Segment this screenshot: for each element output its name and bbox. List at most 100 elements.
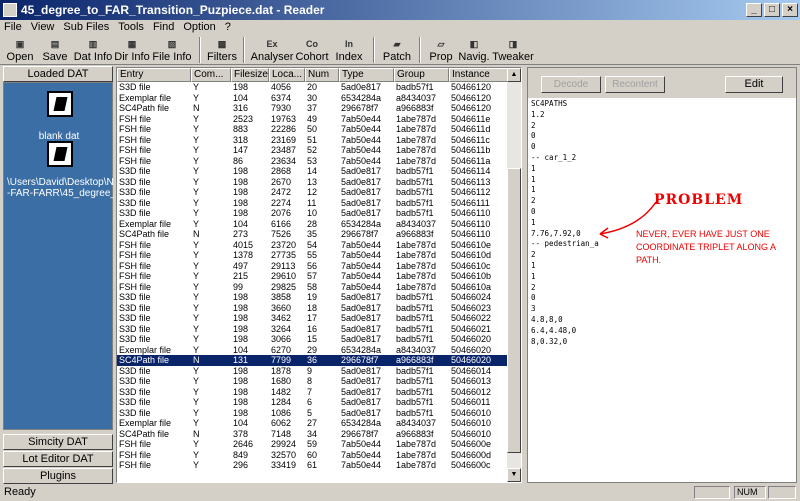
table-row[interactable]: FSH file Y 883 22286 50 7ab50e44 1abe787d 50466… xyxy=(117,124,509,135)
edit-button[interactable]: Edit xyxy=(725,76,783,93)
menu-sub-files[interactable]: Sub Files xyxy=(63,21,109,33)
title-bar[interactable]: 45_degree_to_FAR_Transition_Puzpiece.dat… xyxy=(0,0,800,20)
open-button[interactable]: ▣ Open xyxy=(3,35,37,63)
column-compressed[interactable]: Com... xyxy=(191,68,231,82)
table-row[interactable]: S3D file Y 198 3858 19 5ad0e817 badb57f1 504660… xyxy=(117,292,509,303)
table-row[interactable]: S3D file Y 198 3462 17 5ad0e817 badb57f1 504660… xyxy=(117,313,509,324)
table-row[interactable]: FSH file Y 147 23487 52 7ab50e44 1abe787d 50466… xyxy=(117,145,509,156)
table-row[interactable]: FSH file Y 2646 29924 59 7ab50e44 1abe787d 5046… xyxy=(117,439,509,450)
tweaker-button[interactable]: ◨ Tweaker xyxy=(492,35,534,63)
table-row[interactable]: FSH file Y 99 29825 58 7ab50e44 1abe787d 504661… xyxy=(117,282,509,293)
prop-button[interactable]: ▱ Prop xyxy=(427,35,455,63)
column-filesize[interactable]: Filesize xyxy=(231,68,269,82)
list-scrollbar[interactable]: ▲ ▼ xyxy=(507,68,521,482)
patch-button[interactable]: ▰ Patch xyxy=(381,35,413,63)
cell-location: 7526 xyxy=(271,229,292,239)
loaded-dat-header[interactable]: Loaded DAT xyxy=(3,66,113,82)
column-num[interactable]: Num xyxy=(305,68,339,82)
table-row[interactable]: FSH file Y 1378 27735 55 7ab50e44 1abe787d 5046… xyxy=(117,250,509,261)
dat-info-button[interactable]: ▥ Dat Info xyxy=(73,35,113,63)
minimize-button[interactable]: _ xyxy=(746,3,762,17)
table-row[interactable]: S3D file Y 198 1482 7 5ad0e817 badb57f1 5046601… xyxy=(117,387,509,398)
table-row[interactable]: S3D file Y 198 1878 9 5ad0e817 badb57f1 5046601… xyxy=(117,366,509,377)
table-row[interactable]: Exemplar file Y 104 6062 27 6534284a a8434037 5… xyxy=(117,418,509,429)
dat-file-icon[interactable] xyxy=(47,91,73,117)
cell-entry: Exemplar file xyxy=(119,344,172,355)
save-button[interactable]: ▤ Save xyxy=(37,35,73,63)
scroll-up-arrow-icon[interactable]: ▲ xyxy=(507,68,521,82)
file-info-button[interactable]: ▧ File Info xyxy=(151,35,193,63)
table-row[interactable]: S3D file Y 198 4056 20 5ad0e817 badb57f1 504661… xyxy=(117,82,509,93)
cell-group: badb57f1 xyxy=(396,313,434,323)
dir-info-button[interactable]: ▦ Dir Info xyxy=(113,35,151,63)
lot-editor-dat-header[interactable]: Lot Editor DAT xyxy=(3,451,113,467)
cell-compressed: Y xyxy=(193,439,200,449)
menu-tools[interactable]: Tools xyxy=(118,21,144,33)
column-instance[interactable]: Instance xyxy=(449,68,509,82)
table-row[interactable]: S3D file Y 198 1086 5 5ad0e817 badb57f1 5046601… xyxy=(117,408,509,419)
table-row[interactable]: S3D file Y 198 2274 11 5ad0e817 badb57f1 504661… xyxy=(117,198,509,209)
table-row[interactable]: SC4Path file N 378 7148 34 296678f7 a966883f 50… xyxy=(117,429,509,440)
dat-file-path-label[interactable]: \Users\David\Desktop\NAM -FAR-FARR\45_de… xyxy=(4,177,114,199)
table-row[interactable]: SC4Path file N 131 7799 36 296678f7 a966883f 50… xyxy=(117,355,509,366)
menu-option[interactable]: Option xyxy=(183,21,215,33)
navig-button[interactable]: ◧ Navig. xyxy=(455,35,493,63)
column-entry[interactable]: Entry xyxy=(117,68,191,82)
menu-file[interactable]: File xyxy=(4,21,22,33)
column-type[interactable]: Type xyxy=(339,68,394,82)
table-row[interactable]: S3D file Y 198 3066 15 5ad0e817 badb57f1 504660… xyxy=(117,334,509,345)
decode-button[interactable]: Decode xyxy=(541,76,601,93)
table-row[interactable]: S3D file Y 198 2670 13 5ad0e817 badb57f1 504661… xyxy=(117,177,509,188)
cohort-button[interactable]: Co Cohort xyxy=(293,35,331,63)
dat-file-icon[interactable] xyxy=(47,141,73,167)
table-row[interactable]: Exemplar file Y 104 6270 29 6534284a a8434037 5… xyxy=(117,345,509,356)
menu-help[interactable]: ? xyxy=(225,21,231,33)
table-row[interactable]: S3D file Y 198 3660 18 5ad0e817 badb57f1 504660… xyxy=(117,303,509,314)
table-row[interactable]: FSH file Y 215 29610 57 7ab50e44 1abe787d 50466… xyxy=(117,271,509,282)
table-row[interactable]: FSH file Y 2523 19763 49 7ab50e44 1abe787d 5046… xyxy=(117,114,509,125)
recontent-button[interactable]: Recontent xyxy=(605,76,665,93)
scroll-down-arrow-icon[interactable]: ▼ xyxy=(507,468,521,482)
table-row[interactable]: S3D file Y 198 2472 12 5ad0e817 badb57f1 504661… xyxy=(117,187,509,198)
table-row[interactable]: Exemplar file Y 104 6166 28 6534284a a8434037 5… xyxy=(117,219,509,230)
menu-bar: File View Sub Files Tools Find Option ? xyxy=(0,20,800,34)
table-row[interactable]: S3D file Y 198 1680 8 5ad0e817 badb57f1 5046601… xyxy=(117,376,509,387)
table-row[interactable]: FSH file Y 849 32570 60 7ab50e44 1abe787d 50466… xyxy=(117,450,509,461)
cell-compressed: Y xyxy=(193,250,200,260)
index-button[interactable]: In Index xyxy=(331,35,367,63)
simcity-dat-header[interactable]: Simcity DAT xyxy=(3,434,113,450)
scroll-thumb[interactable] xyxy=(507,168,521,453)
column-group[interactable]: Group xyxy=(394,68,449,82)
table-row[interactable]: Exemplar file Y 104 6374 30 6534284a a8434037 5… xyxy=(117,93,509,104)
maximize-button[interactable]: □ xyxy=(764,3,780,17)
table-row[interactable]: FSH file Y 4015 23720 54 7ab50e44 1abe787d 5046… xyxy=(117,240,509,251)
table-row[interactable]: SC4Path file N 316 7930 37 296678f7 a966883f 50… xyxy=(117,103,509,114)
cell-entry: FSH file xyxy=(119,134,152,145)
column-location[interactable]: Loca... xyxy=(269,68,305,82)
close-button[interactable]: × xyxy=(782,3,798,17)
table-row[interactable]: FSH file Y 497 29113 56 7ab50e44 1abe787d 50466… xyxy=(117,261,509,272)
cell-num: 36 xyxy=(307,355,318,365)
cell-location: 27735 xyxy=(271,250,297,260)
cell-location: 19763 xyxy=(271,113,297,124)
table-row[interactable]: FSH file Y 86 23634 53 7ab50e44 1abe787d 504661… xyxy=(117,156,509,167)
cell-compressed: Y xyxy=(193,176,200,187)
table-row[interactable]: FSH file Y 318 23169 51 7ab50e44 1abe787d 50466… xyxy=(117,135,509,146)
menu-view[interactable]: View xyxy=(31,21,55,33)
cell-instance: 5046611a xyxy=(451,155,491,166)
cell-instance: 50466010 xyxy=(451,418,492,428)
filters-button[interactable]: ▩ Filters xyxy=(207,35,237,63)
table-row[interactable]: SC4Path file N 273 7526 35 296678f7 a966883f 50… xyxy=(117,229,509,240)
cell-filesize: 378 xyxy=(233,428,249,439)
table-row[interactable]: FSH file Y 296 33419 61 7ab50e44 1abe787d 50466… xyxy=(117,460,509,471)
table-row[interactable]: S3D file Y 198 3264 16 5ad0e817 badb57f1 504660… xyxy=(117,324,509,335)
table-row[interactable]: S3D file Y 198 2076 10 5ad0e817 badb57f1 504661… xyxy=(117,208,509,219)
cell-type: 6534284a xyxy=(341,218,382,229)
analyser-button[interactable]: Ex Analyser xyxy=(251,35,294,63)
cell-compressed: Y xyxy=(193,155,200,166)
table-row[interactable]: S3D file Y 198 1284 6 5ad0e817 badb57f1 5046601… xyxy=(117,397,509,408)
menu-find[interactable]: Find xyxy=(153,21,174,33)
plugins-header[interactable]: Plugins xyxy=(3,468,113,484)
cell-instance: 50466014 xyxy=(451,365,492,376)
table-row[interactable]: S3D file Y 198 2868 14 5ad0e817 badb57f1 504661… xyxy=(117,166,509,177)
